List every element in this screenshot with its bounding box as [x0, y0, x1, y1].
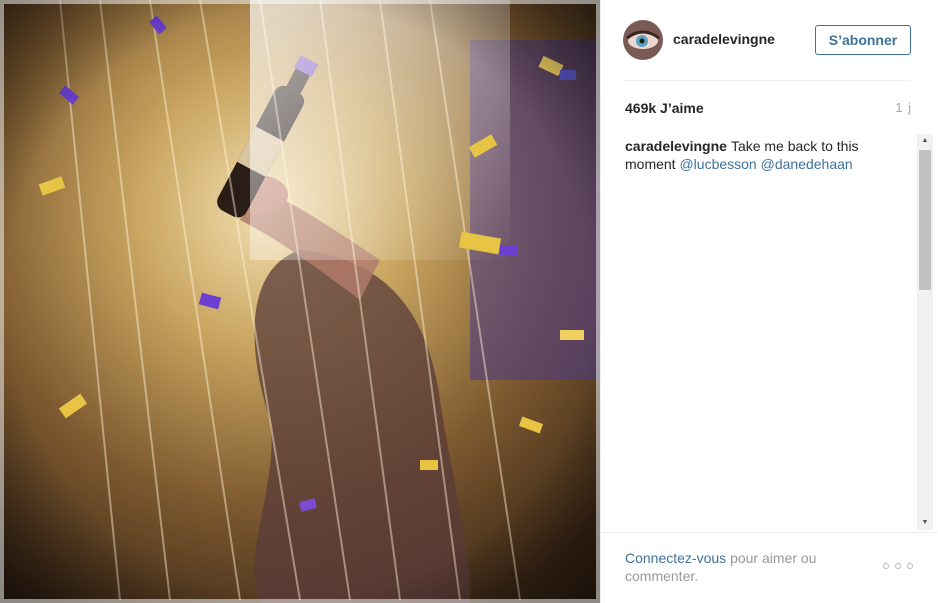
comments-list[interactable]: caradelevingne Take me back to this momen…: [625, 134, 911, 532]
instagram-post: caradelevingne S’abonner 469k J’aime 1 j…: [0, 0, 938, 603]
comments-scrollbar[interactable]: ▲ ▼: [917, 134, 933, 530]
caption-username[interactable]: caradelevingne: [625, 138, 727, 154]
post-time[interactable]: 1 j: [895, 100, 912, 115]
likes-count[interactable]: 469k J’aime: [625, 100, 704, 116]
avatar-eye-icon: [623, 20, 663, 60]
caption: caradelevingne Take me back to this momen…: [625, 137, 911, 173]
photo-image: [0, 0, 600, 603]
post-header: caradelevingne S’abonner: [601, 0, 937, 80]
post-sidebar: caradelevingne S’abonner 469k J’aime 1 j…: [600, 0, 938, 603]
more-options-icon[interactable]: [883, 559, 913, 573]
mention-link[interactable]: @lucbesson: [679, 156, 756, 172]
post-footer: Connectez-vous pour aimer ou commenter.: [601, 532, 937, 603]
header-divider: [623, 80, 911, 81]
dot-icon: [895, 563, 901, 569]
dot-icon: [907, 563, 913, 569]
mention-link[interactable]: @danedehaan: [761, 156, 853, 172]
dot-icon: [883, 563, 889, 569]
follow-button[interactable]: S’abonner: [815, 25, 911, 55]
scroll-down-arrow-icon[interactable]: ▼: [917, 516, 933, 530]
login-prompt: Connectez-vous pour aimer ou commenter.: [625, 549, 855, 585]
post-photo[interactable]: [0, 0, 600, 603]
username-link[interactable]: caradelevingne: [673, 31, 775, 47]
scroll-up-arrow-icon[interactable]: ▲: [917, 134, 933, 148]
avatar[interactable]: [623, 20, 663, 60]
login-link[interactable]: Connectez-vous: [625, 550, 726, 566]
scroll-thumb[interactable]: [919, 150, 931, 290]
